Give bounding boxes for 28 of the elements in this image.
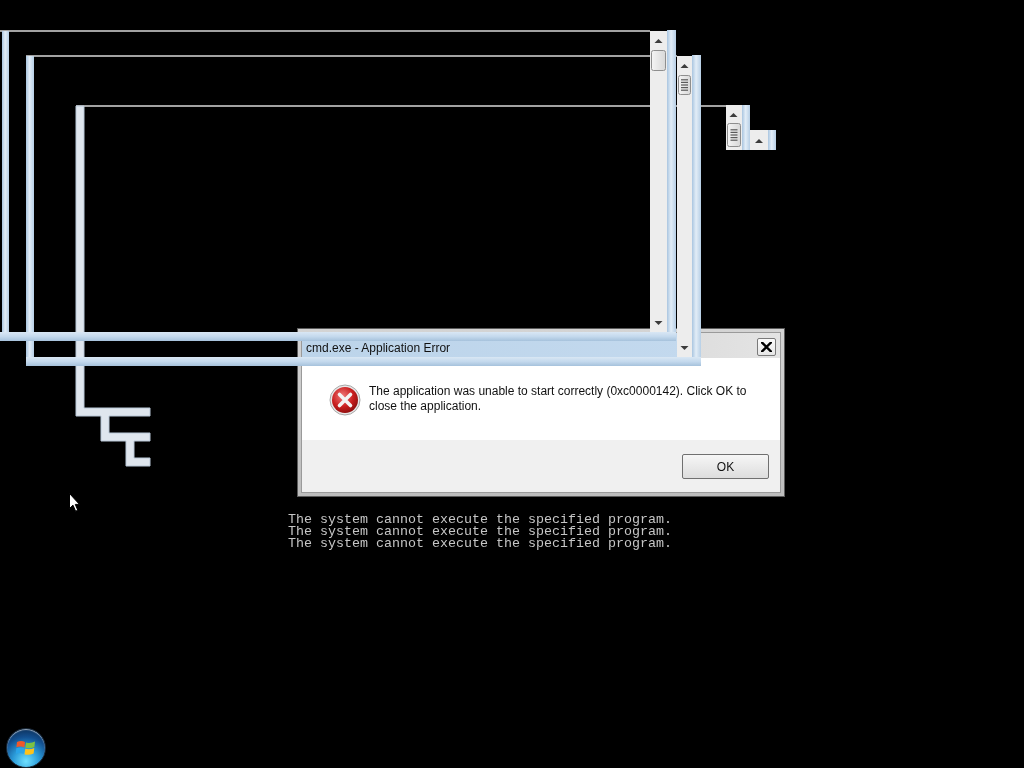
- up-arrow-icon[interactable]: [729, 113, 738, 117]
- grip-icon: [730, 129, 738, 141]
- close-button[interactable]: [757, 338, 776, 356]
- console-line: The system cannot execute the specified program.: [288, 514, 672, 526]
- up-arrow-icon[interactable]: [654, 39, 663, 43]
- scrollbar-track[interactable]: [750, 130, 768, 150]
- error-message: The application was unable to start correctly (0xc0000142). Click OK to close the application.: [369, 384, 748, 414]
- down-arrow-icon[interactable]: [654, 321, 663, 325]
- up-arrow-icon[interactable]: [680, 64, 689, 68]
- pointer-icon: [69, 493, 80, 512]
- close-icon: [761, 342, 772, 352]
- flag-icon: [16, 739, 36, 757]
- scrollbar-thumb[interactable]: [678, 75, 691, 95]
- up-arrow-icon[interactable]: [755, 139, 763, 143]
- grip-icon: [681, 79, 688, 91]
- scrollbar-thumb[interactable]: [651, 50, 666, 71]
- start-button[interactable]: [6, 728, 46, 768]
- dialog-title: cmd.exe - Application Error: [306, 341, 451, 355]
- window-border: [768, 130, 776, 150]
- console-line: The system cannot execute the specified program.: [288, 538, 672, 550]
- error-icon: [329, 384, 361, 416]
- down-arrow-icon[interactable]: [680, 346, 689, 350]
- scrollbar-track[interactable]: [650, 31, 667, 332]
- scrollbar-thumb[interactable]: [727, 123, 741, 147]
- dialog-button[interactable]: OK: [682, 454, 769, 479]
- window-border: [742, 105, 750, 150]
- console-line: The system cannot execute the specified program.: [288, 526, 672, 538]
- scrollbar-track[interactable]: [677, 56, 692, 357]
